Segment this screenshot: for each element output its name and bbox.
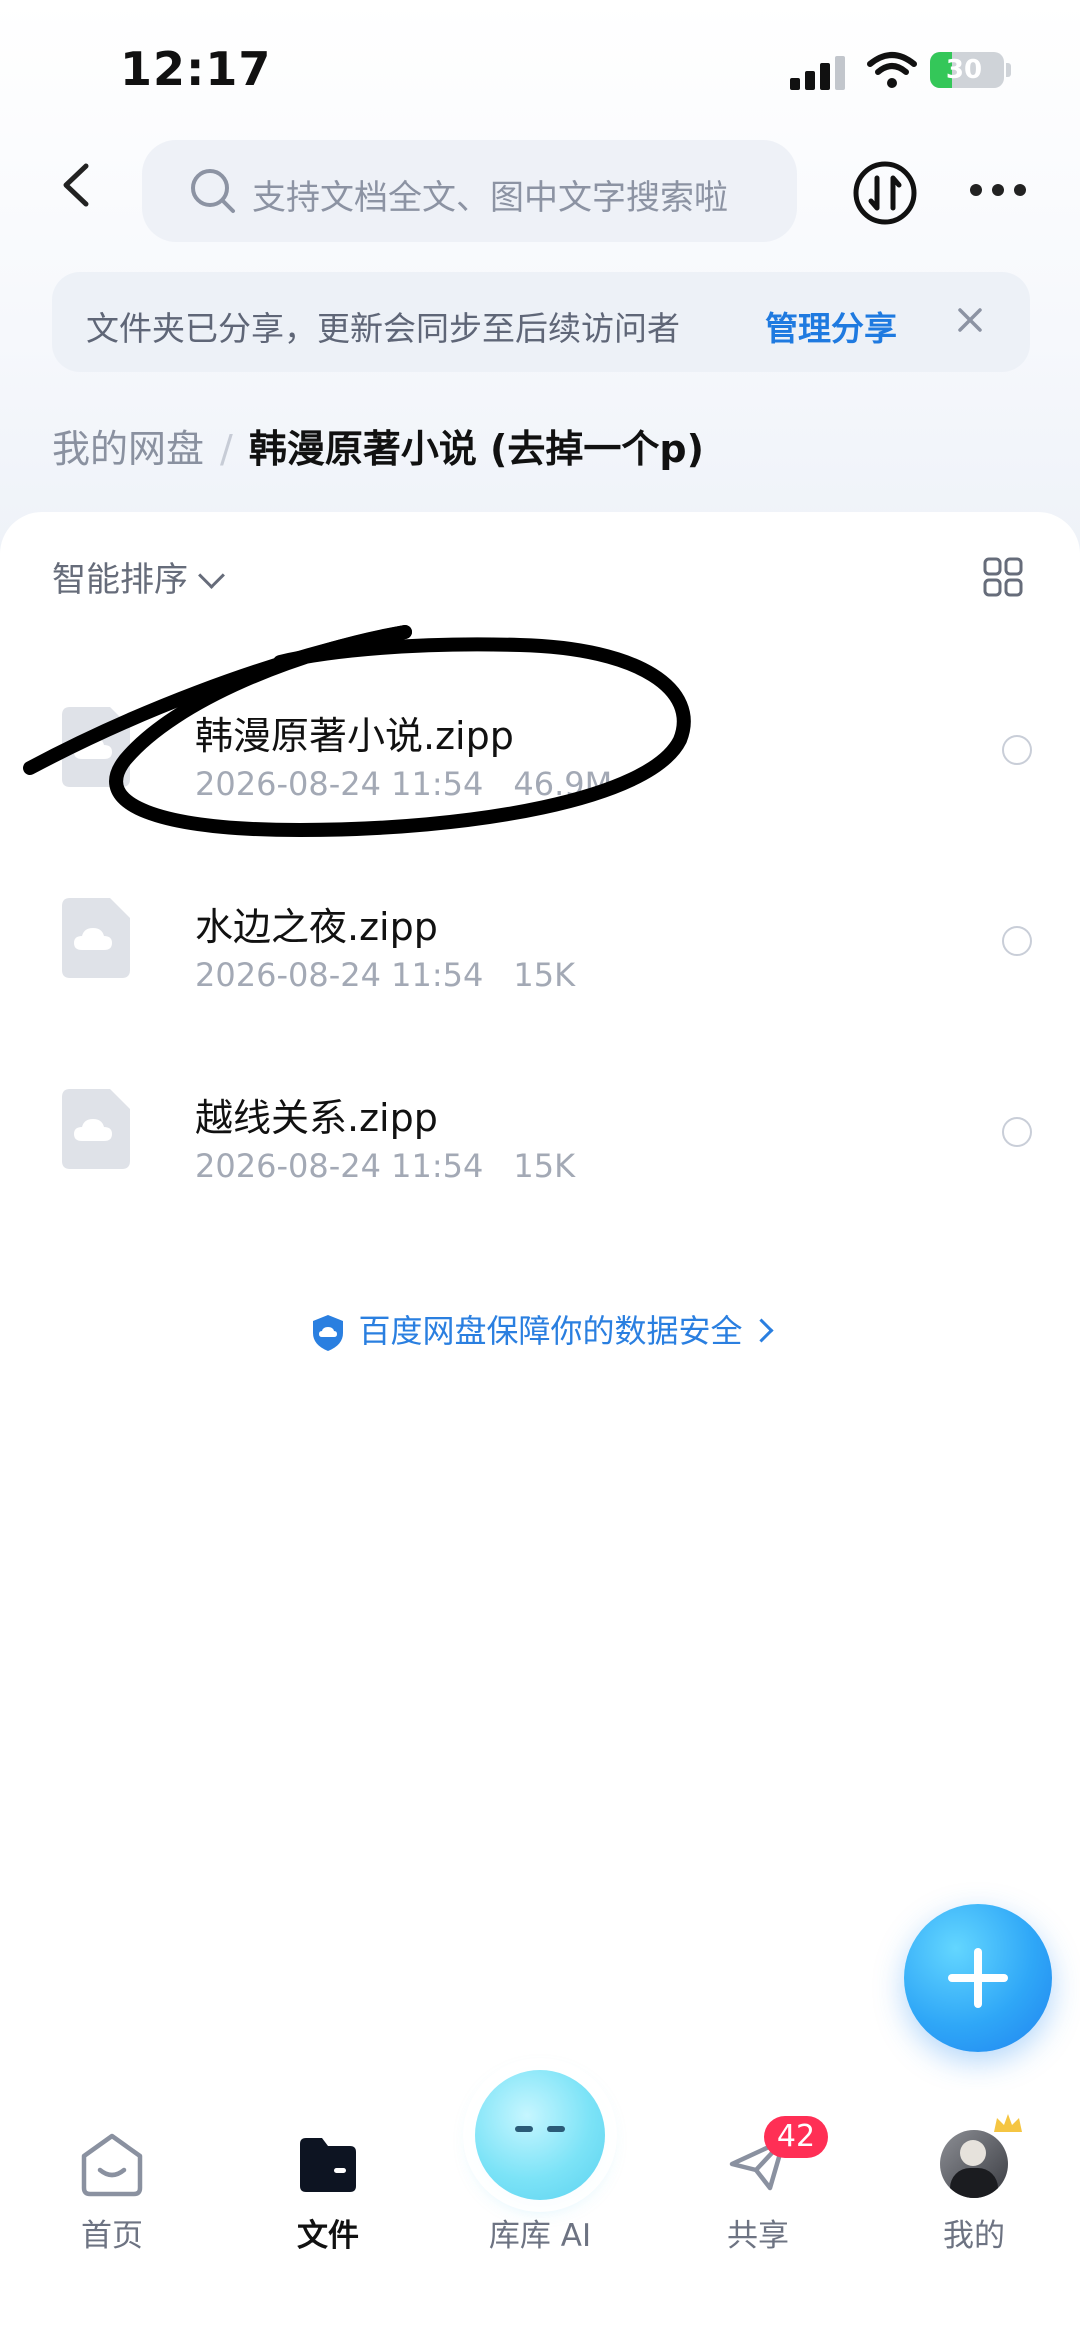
breadcrumb-current: 韩漫原著小说 (去掉一个p) [248,427,704,471]
avatar [940,2130,1008,2198]
file-meta: 2026-08-24 11:54 15K [195,956,575,994]
nav-home[interactable]: 首页 [32,2090,192,2290]
file-list-panel: 智能排序 韩漫原著小说.zipp 2026-08-24 11:54 46.9M 水… [0,512,1080,2337]
chevron-right-icon [748,1318,774,1343]
cloud-file-icon [62,1089,130,1169]
file-size: 46.9M [513,765,613,803]
share-notice-banner: 文件夹已分享，更新会同步至后续访问者 管理分享 [52,272,1030,372]
cloud-file-icon [62,898,130,978]
add-button[interactable] [904,1904,1052,2052]
nav-label: 共享 [727,2218,789,2254]
data-safety-text: 百度网盘保障你的数据安全 [358,1312,743,1350]
search-bar[interactable]: 支持文档全文、图中文字搜索啦 [142,140,797,242]
file-row[interactable]: 越线关系.zipp 2026-08-24 11:54 15K [0,1049,1080,1219]
sort-label: 智能排序 [52,560,188,600]
nav-profile[interactable]: 我的 [894,2090,1054,2290]
select-checkbox[interactable] [1002,735,1032,765]
crown-icon [994,2114,1022,2132]
ai-assistant-icon [475,2070,605,2200]
nav-label: 我的 [943,2218,1005,2254]
file-date: 2026-08-24 11:54 [195,956,484,994]
manage-share-link[interactable]: 管理分享 [765,302,897,350]
close-icon[interactable] [952,302,988,338]
select-checkbox[interactable] [1002,926,1032,956]
breadcrumb-separator: / [220,427,233,471]
file-name: 水边之夜.zipp [195,905,438,949]
breadcrumb-root[interactable]: 我的网盘 [52,427,204,471]
more-options-icon[interactable] [970,180,1030,200]
file-size: 15K [513,956,576,994]
sort-dropdown[interactable]: 智能排序 [52,552,225,601]
folder-icon [300,2138,356,2192]
file-meta: 2026-08-24 11:54 15K [195,1147,575,1185]
search-icon [191,169,235,213]
home-icon [81,2133,143,2197]
nav-label: 库库 AI [488,2218,592,2254]
nav-label: 首页 [81,2218,143,2254]
file-row[interactable]: 韩漫原著小说.zipp 2026-08-24 11:54 46.9M [0,667,1080,837]
battery-icon: 30 [930,52,1004,88]
file-name: 越线关系.zipp [195,1096,438,1140]
nav-label: 文件 [297,2218,359,2254]
nav-ai[interactable]: 库库 AI [460,2070,620,2290]
select-checkbox[interactable] [1002,1117,1032,1147]
shield-icon [313,1315,344,1351]
plus-icon [974,1948,982,2008]
wifi-icon [867,52,917,88]
search-placeholder: 支持文档全文、图中文字搜索啦 [252,178,728,218]
data-safety-link[interactable]: 百度网盘保障你的数据安全 [0,1306,1080,1353]
nav-share[interactable]: 42 共享 [678,2090,838,2290]
battery-tip [1006,63,1011,77]
status-bar: 12:17 30 [0,0,1080,130]
cellular-signal-icon [790,56,846,90]
transfer-icon[interactable] [852,160,918,226]
nav-files[interactable]: 文件 [248,2090,408,2290]
bottom-navigation: 首页 文件 库库 AI 42 共享 我的 [0,2070,1080,2337]
file-date: 2026-08-24 11:54 [195,765,484,803]
file-meta: 2026-08-24 11:54 46.9M [195,765,612,803]
grid-view-icon[interactable] [983,557,1023,597]
chevron-down-icon [198,562,225,589]
share-notice-message: 文件夹已分享，更新会同步至后续访问者 [86,309,680,348]
status-time: 12:17 [120,42,272,96]
battery-percent: 30 [945,55,983,85]
file-row[interactable]: 水边之夜.zipp 2026-08-24 11:54 15K [0,858,1080,1028]
file-size: 15K [513,1147,576,1185]
file-date: 2026-08-24 11:54 [195,1147,484,1185]
back-arrow-icon[interactable] [56,160,96,210]
cloud-file-icon [62,707,130,787]
breadcrumb: 我的网盘 / 韩漫原著小说 (去掉一个p) [52,418,704,473]
notification-badge: 42 [764,2116,828,2158]
file-name: 韩漫原著小说.zipp [195,714,514,758]
